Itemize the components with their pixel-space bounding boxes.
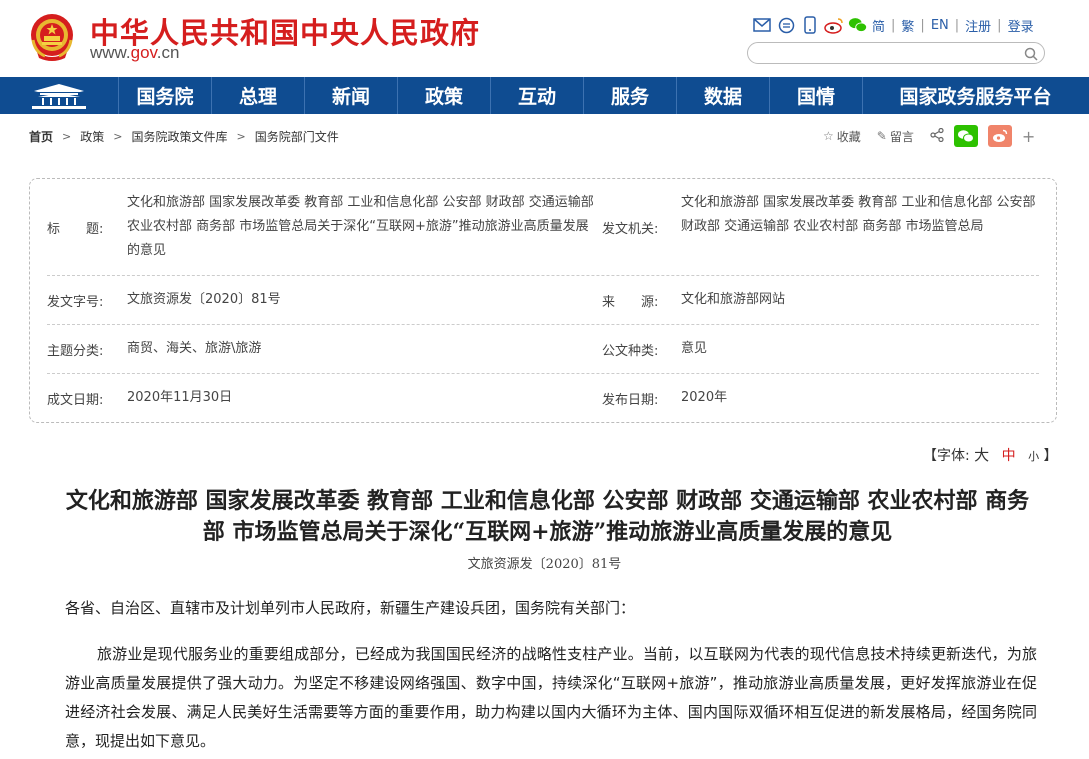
source-label: 来 源:	[602, 295, 659, 310]
font-size-switcher: 【字体: 大 中 小 】	[923, 444, 1058, 465]
article-title: 文化和旅游部 国家发展改革委 教育部 工业和信息化部 公安部 财政部 交通运输部…	[65, 488, 1030, 545]
breadcrumb-policy[interactable]: 政策	[80, 128, 104, 145]
nav-item-premier[interactable]: 总理	[211, 77, 304, 114]
lang-traditional-link[interactable]: 繁	[901, 16, 914, 35]
register-link[interactable]: 注册	[965, 16, 991, 35]
weibo-icon[interactable]	[824, 16, 844, 34]
issuer-value: 文化和旅游部 国家发展改革委 教育部 工业和信息化部 公安部 财政部 交通运输部…	[681, 195, 1036, 234]
national-emblem-icon[interactable]	[29, 12, 75, 62]
tool-separator: |	[997, 17, 1002, 33]
tool-separator: |	[891, 17, 896, 33]
lang-simplified-link[interactable]: 简	[872, 16, 885, 35]
nav-item-news[interactable]: 新闻	[304, 77, 397, 114]
info-row-topic: 主题分类: 商贸、海关、旅游\旅游 公文种类: 意见	[47, 325, 1039, 374]
nav-item-state-council[interactable]: 国务院	[118, 77, 211, 114]
share-icon[interactable]	[930, 127, 944, 145]
favorite-label: 收藏	[836, 129, 861, 144]
nav-item-data[interactable]: 数据	[676, 77, 769, 114]
font-size-medium-button[interactable]: 中	[1002, 448, 1016, 464]
comment-label: 留言	[889, 129, 914, 144]
font-size-large-button[interactable]: 大	[974, 446, 989, 464]
article-doc-number: 文旅资源发〔2020〕81号	[467, 557, 622, 572]
font-size-small-button[interactable]: 小	[1028, 450, 1039, 463]
document-info-box: 标 题: 文化和旅游部 国家发展改革委 教育部 工业和信息化部 公安部 财政部 …	[29, 178, 1057, 423]
doctype-value: 意见	[681, 341, 708, 356]
site-url-suffix: .cn	[156, 43, 180, 62]
source-value: 文化和旅游部网站	[681, 292, 786, 307]
search-box	[747, 42, 1045, 64]
pencil-icon: ✎	[876, 129, 887, 143]
weibo-share-icon[interactable]	[987, 125, 1012, 147]
login-link[interactable]: 登录	[1008, 16, 1034, 35]
published-date-value: 2020年	[681, 390, 728, 405]
article-paragraph: 旅游业是现代服务业的重要组成部分，已经成为我国国民经济的战略性支柱产业。当前，以…	[65, 645, 1037, 750]
topic-label: 主题分类:	[47, 344, 104, 359]
title-value: 文化和旅游部 国家发展改革委 教育部 工业和信息化部 公安部 财政部 交通运输部…	[127, 195, 594, 258]
chevron-right-icon: >	[236, 129, 246, 143]
nav-item-policy[interactable]: 政策	[397, 77, 490, 114]
favorite-button[interactable]: ☆ 收藏	[823, 128, 861, 145]
info-row-title: 标 题: 文化和旅游部 国家发展改革委 教育部 工业和信息化部 公安部 财政部 …	[47, 191, 1039, 276]
tool-separator: |	[920, 17, 925, 33]
doctype-label: 公文种类:	[602, 344, 659, 359]
plus-icon[interactable]: +	[1022, 127, 1035, 146]
lang-english-link[interactable]: EN	[931, 18, 949, 33]
tool-separator: |	[954, 17, 960, 33]
nav-item-services[interactable]: 服务	[583, 77, 676, 114]
font-size-prefix: 【字体:	[923, 448, 970, 464]
published-date-label: 发布日期:	[602, 393, 659, 408]
main-nav: 国务院 总理 新闻 政策 互动 服务 数据 国情 国家政务服务平台	[0, 77, 1089, 114]
breadcrumb-department-docs[interactable]: 国务院部门文件	[255, 128, 339, 145]
wechat-share-icon[interactable]	[953, 125, 978, 147]
nav-items: 国务院 总理 新闻 政策 互动 服务 数据 国情 国家政务服务平台	[118, 77, 1088, 114]
nav-item-gov-service-platform[interactable]: 国家政务服务平台	[862, 77, 1088, 114]
info-row-dates: 成文日期: 2020年11月30日 发布日期: 2020年	[47, 374, 1039, 419]
chevron-right-icon: >	[62, 129, 72, 143]
written-date-label: 成文日期:	[47, 393, 104, 408]
chevron-right-icon: >	[113, 129, 123, 143]
mail-icon[interactable]	[752, 16, 772, 34]
topic-value: 商贸、海关、旅游\旅游	[127, 341, 262, 356]
nav-home-icon[interactable]	[0, 77, 118, 114]
site-header: 中华人民共和国中央人民政府 www.gov.cn 简 | 繁 | EN | 注册…	[0, 0, 1089, 77]
font-size-suffix: 】	[1043, 448, 1058, 464]
search-icon[interactable]	[1024, 46, 1038, 61]
breadcrumb-home[interactable]: 首页	[29, 128, 53, 145]
issuer-label: 发文机关:	[602, 222, 659, 237]
site-url-prefix: www.	[90, 43, 131, 62]
mobile-icon[interactable]	[800, 16, 820, 34]
site-url-gov: gov	[130, 43, 157, 62]
docno-value: 文旅资源发〔2020〕81号	[127, 292, 281, 307]
star-icon: ☆	[823, 129, 834, 143]
site-url[interactable]: www.gov.cn	[90, 43, 179, 63]
chat-icon[interactable]	[776, 16, 796, 34]
comment-button[interactable]: ✎ 留言	[877, 128, 914, 145]
written-date-value: 2020年11月30日	[127, 390, 233, 405]
breadcrumb-policy-library[interactable]: 国务院政策文件库	[131, 128, 227, 145]
docno-label: 发文字号:	[47, 295, 104, 310]
search-input[interactable]	[758, 45, 1008, 61]
article-salutation: 各省、自治区、直辖市及计划单列市人民政府，新疆生产建设兵团，国务院有关部门：	[65, 599, 636, 617]
page-actions: ☆ 收藏 ✎ 留言 +	[823, 124, 1035, 148]
breadcrumb: 首页 > 政策 > 国务院政策文件库 > 国务院部门文件	[29, 127, 339, 145]
title-label: 标 题:	[47, 222, 104, 237]
nav-item-interaction[interactable]: 互动	[490, 77, 583, 114]
top-tools: 简 | 繁 | EN | 注册 | 登录	[752, 14, 1034, 36]
wechat-icon[interactable]	[848, 16, 868, 34]
nav-item-national-info[interactable]: 国情	[769, 77, 862, 114]
info-row-docno: 发文字号: 文旅资源发〔2020〕81号 来 源: 文化和旅游部网站	[47, 276, 1039, 325]
